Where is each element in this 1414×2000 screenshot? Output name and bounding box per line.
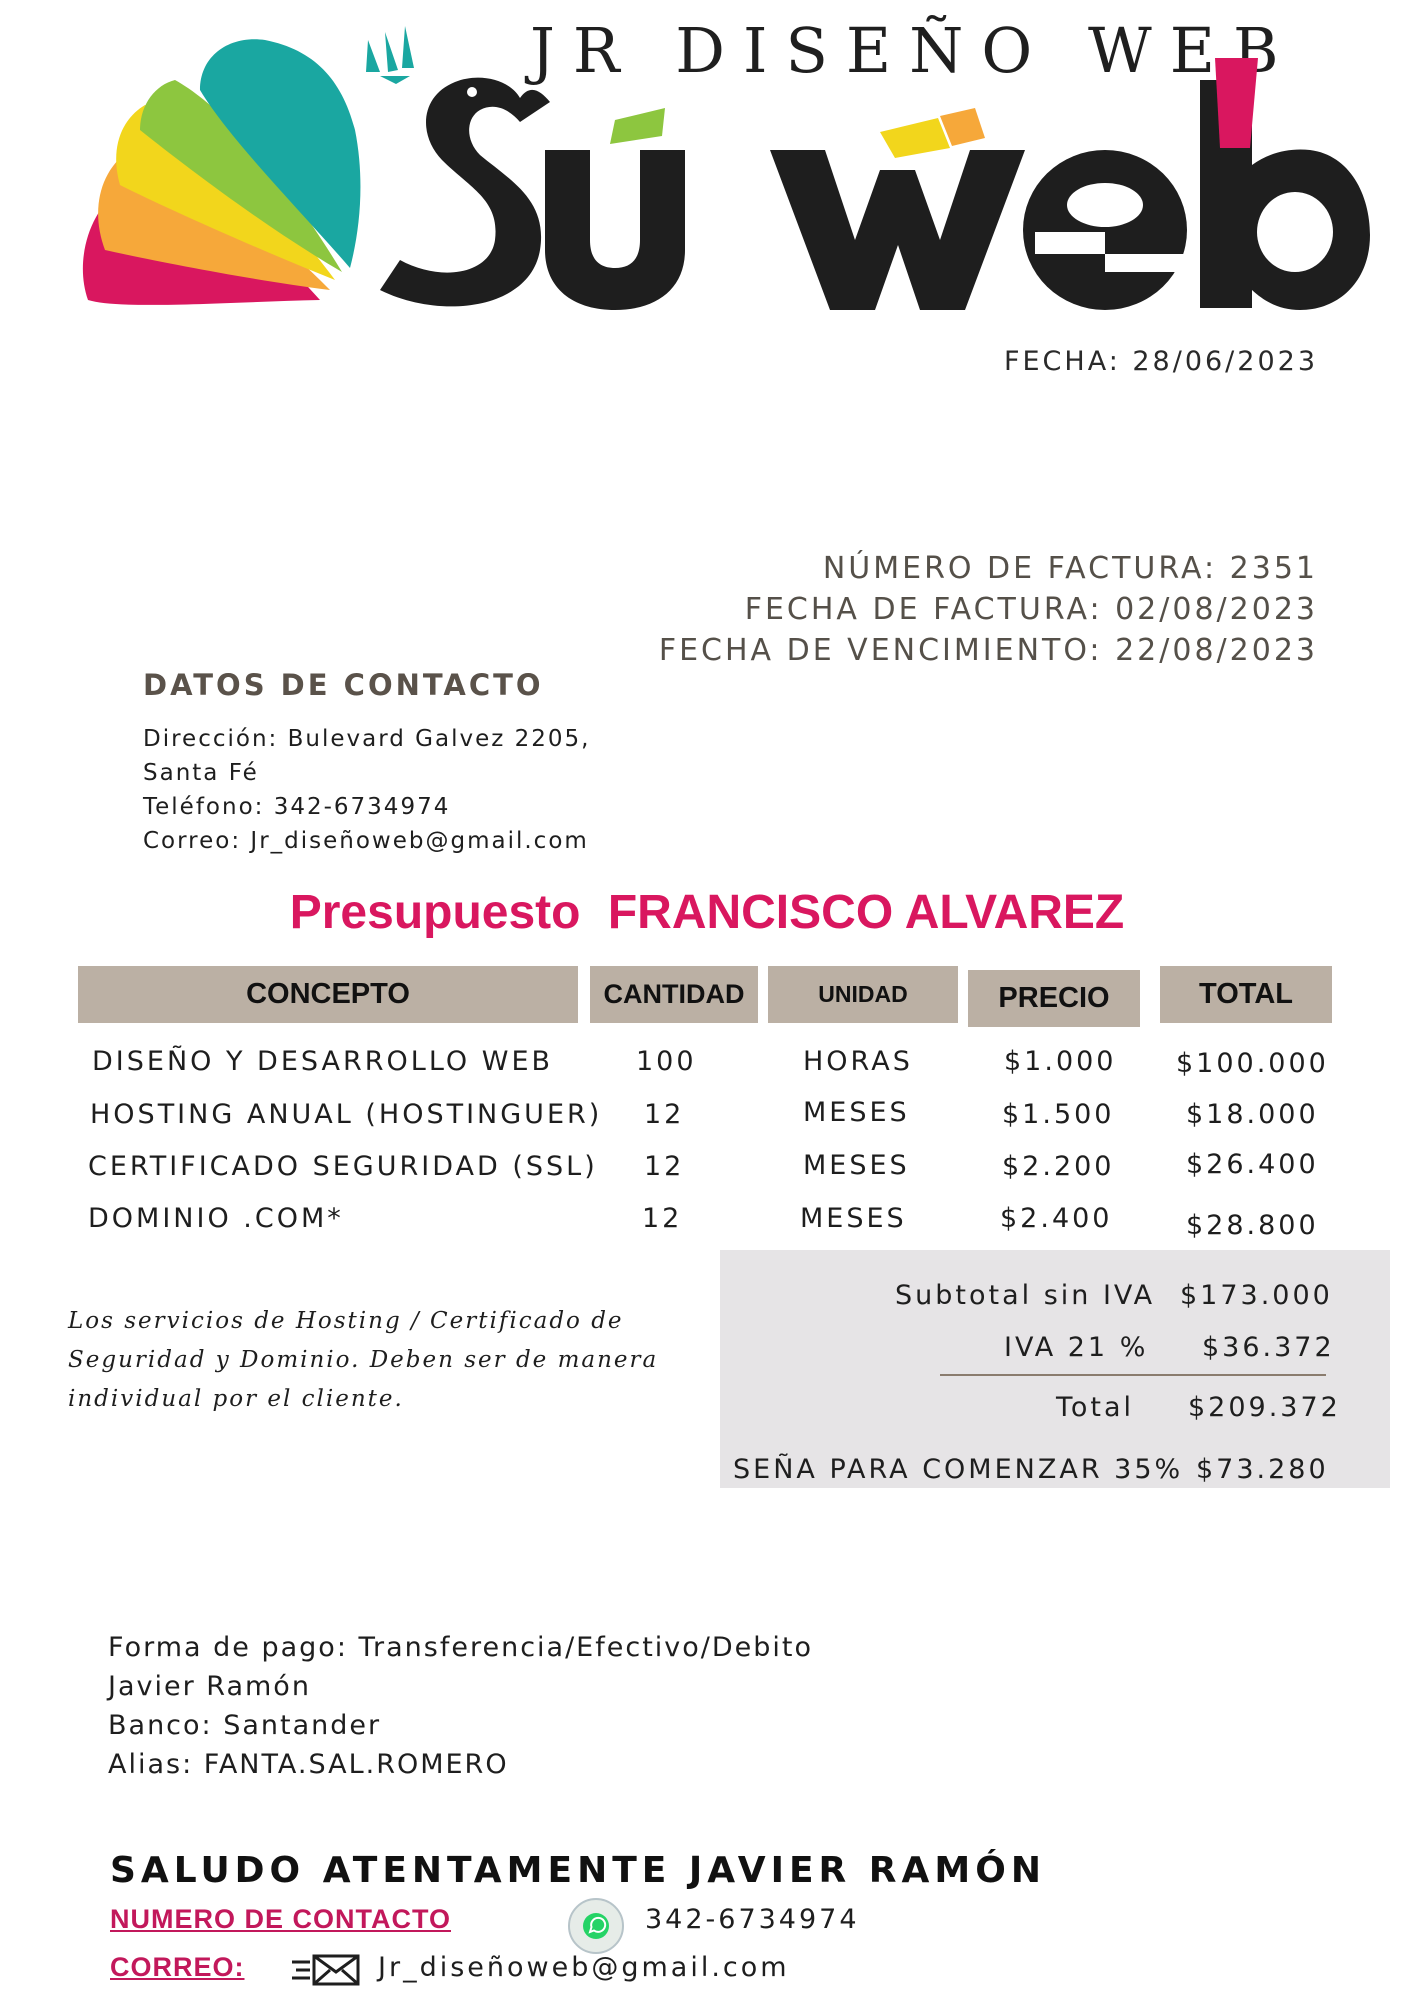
row2-total: $18.000 — [1186, 1099, 1319, 1130]
row3-concepto: CERTIFICADO SEGURIDAD (SSL) — [88, 1151, 598, 1182]
row2-cantidad: 12 — [644, 1099, 685, 1130]
total-value: $209.372 — [1188, 1392, 1341, 1423]
row4-concepto: DOMINIO .COM* — [88, 1203, 344, 1234]
services-note: Los servicios de Hosting / Certificado d… — [68, 1308, 659, 1412]
contact-email: Correo: Jr_diseñoweb@gmail.com — [143, 828, 589, 854]
payment-method: Forma de pago: Transferencia/Efectivo/De… — [108, 1632, 814, 1663]
contact-title: DATOS DE CONTACTO — [143, 668, 544, 702]
payment-holder: Javier Ramón — [108, 1671, 311, 1702]
row4-cantidad: 12 — [642, 1203, 683, 1234]
header-concepto: CONCEPTO — [78, 966, 578, 1023]
subtotal-label: Subtotal sin IVA — [895, 1280, 1156, 1311]
header-cantidad: CANTIDAD — [590, 966, 758, 1023]
iva-label: IVA 21 % — [1004, 1332, 1149, 1363]
email-label: CORREO: — [110, 1952, 245, 1982]
row2-precio: $1.500 — [1002, 1099, 1115, 1130]
whatsapp-icon — [566, 1896, 626, 1956]
quote-client: FRANCISCO ALVAREZ — [607, 886, 1125, 939]
quote-title: Presupuesto FRANCISCO ALVAREZ — [0, 885, 1414, 940]
iva-value: $36.372 — [1202, 1332, 1335, 1363]
invoice-meta: NÚMERO DE FACTURA: 2351 FECHA DE FACTURA… — [659, 548, 1318, 671]
row1-concepto: DISEÑO Y DESARROLLO WEB — [92, 1046, 554, 1077]
invoice-number: NÚMERO DE FACTURA: 2351 — [822, 551, 1318, 586]
logo-letter-w — [770, 150, 1025, 310]
logo-accent-yellow — [880, 118, 950, 158]
row3-total: $26.400 — [1186, 1149, 1319, 1180]
row4-unidad: MESES — [800, 1203, 907, 1234]
logo-letter-e — [1023, 150, 1187, 310]
logo-splash — [366, 26, 414, 84]
row2-concepto: HOSTING ANUAL (HOSTINGUER) — [90, 1099, 603, 1130]
quote-label: Presupuesto — [289, 886, 581, 939]
header-precio: PRECIO — [968, 970, 1140, 1027]
contact-details: Dirección: Bulevard Galvez 2205, Santa F… — [143, 722, 590, 858]
invoice-date: FECHA DE FACTURA: 02/08/2023 — [744, 592, 1318, 627]
header-total: TOTAL — [1160, 966, 1332, 1023]
payment-bank: Banco: Santander — [108, 1710, 382, 1741]
row1-unidad: HORAS — [803, 1046, 913, 1077]
row2-unidad: MESES — [803, 1097, 910, 1128]
logo-letter-s — [380, 77, 550, 307]
deposit-label: SEÑA PARA COMENZAR 35% — [733, 1454, 1184, 1485]
row4-precio: $2.400 — [1000, 1203, 1113, 1234]
total-label: Total — [1056, 1392, 1135, 1423]
payment-details: Forma de pago: Transferencia/Efectivo/De… — [108, 1628, 813, 1784]
closing-greeting: SALUDO ATENTAMENTE JAVIER RAMÓN — [110, 1850, 1046, 1891]
deposit-value: $73.280 — [1196, 1454, 1329, 1485]
invoice-due-date: FECHA DE VENCIMIENTO: 22/08/2023 — [658, 633, 1318, 668]
row3-unidad: MESES — [803, 1150, 910, 1181]
header-unidad: UNIDAD — [768, 966, 958, 1023]
row3-cantidad: 12 — [644, 1151, 685, 1182]
contact-phone: Teléfono: 342-6734974 — [143, 794, 451, 820]
email-value[interactable]: Jr_diseñoweb@gmail.com — [378, 1952, 790, 1983]
mail-icon — [290, 1952, 362, 1988]
logo-accent-green — [610, 108, 665, 144]
row3-precio: $2.200 — [1002, 1151, 1115, 1182]
payment-alias: Alias: FANTA.SAL.ROMERO — [108, 1749, 509, 1780]
row1-cantidad: 100 — [636, 1046, 697, 1077]
contact-number-label: NUMERO DE CONTACTO — [110, 1904, 451, 1934]
row1-total: $100.000 — [1176, 1048, 1329, 1079]
row1-precio: $1.000 — [1004, 1046, 1117, 1077]
row4-total: $28.800 — [1186, 1210, 1319, 1241]
summary-divider — [940, 1374, 1326, 1376]
contact-address-line1: Dirección: Bulevard Galvez 2205, — [143, 726, 591, 752]
brand-logo — [82, 26, 1370, 310]
subtotal-value: $173.000 — [1180, 1280, 1333, 1311]
document-date: FECHA: 28/06/2023 — [1003, 346, 1318, 377]
contact-number-value: 342-6734974 — [645, 1904, 860, 1935]
contact-address-line2: Santa Fé — [143, 760, 259, 786]
logo-letter-u — [545, 150, 685, 310]
